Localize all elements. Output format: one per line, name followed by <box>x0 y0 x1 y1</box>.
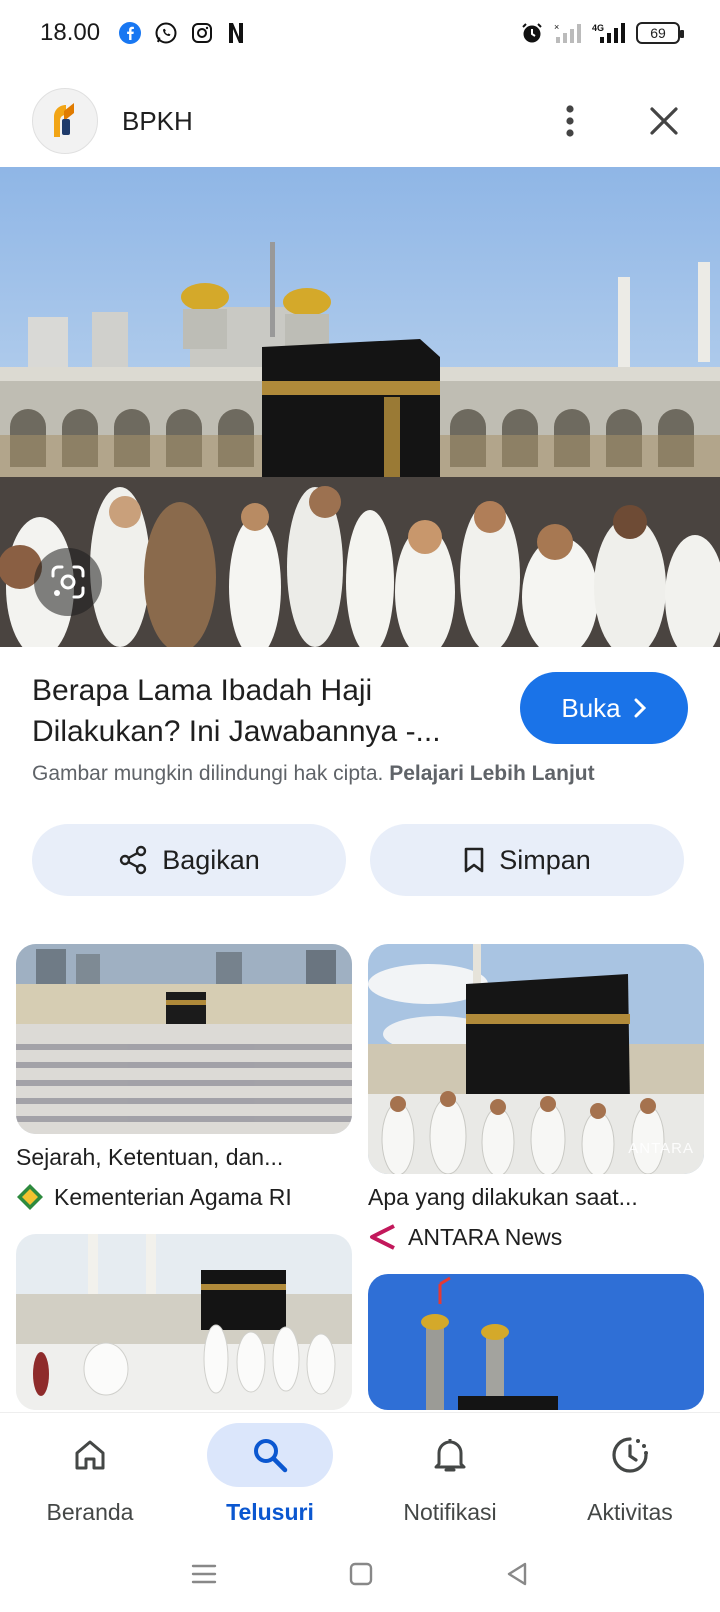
source-header: BPKH <box>0 78 720 164</box>
instagram-icon <box>192 23 213 43</box>
bookmark-icon <box>464 847 484 873</box>
result-image[interactable] <box>0 167 720 647</box>
open-button-label: Buka <box>561 692 621 723</box>
back-icon[interactable] <box>504 1561 530 1587</box>
status-time: 18.00 <box>40 19 101 46</box>
lens-icon <box>51 565 85 599</box>
kemenag-logo-icon <box>17 1184 43 1210</box>
nav-notifications[interactable]: Notifikasi <box>360 1413 540 1536</box>
whatsapp-icon <box>155 22 177 44</box>
recent-apps-icon[interactable] <box>190 1562 218 1586</box>
svg-text:×: × <box>554 22 559 32</box>
related-thumbnail[interactable] <box>16 1234 352 1410</box>
kaaba-courtyard-photo <box>16 1234 352 1410</box>
related-card[interactable] <box>16 1234 352 1410</box>
related-thumbnail[interactable]: ANTARA <box>368 944 704 1174</box>
system-status-icons: × 4G 69 <box>520 21 684 45</box>
open-button[interactable]: Buka <box>520 672 688 744</box>
related-title: Apa yang dilakukan saat... <box>368 1184 638 1210</box>
result-title[interactable]: Berapa Lama Ibadah Haji Dilakukan? Ini J… <box>32 670 492 752</box>
nav-icon-container <box>27 1423 153 1487</box>
copyright-text: Gambar mungkin dilindungi hak cipta. <box>32 762 384 785</box>
minaret-photo <box>368 1274 704 1410</box>
nav-label: Telusuri <box>226 1499 314 1525</box>
related-source: Kementerian Agama RI <box>16 1183 352 1211</box>
related-card[interactable] <box>368 1274 704 1410</box>
result-info: Berapa Lama Ibadah Haji Dilakukan? Ini J… <box>32 670 688 752</box>
nav-icon-container <box>567 1423 693 1487</box>
site-logo[interactable] <box>32 88 98 154</box>
mosque-crowd-photo <box>16 944 352 1134</box>
nav-activity[interactable]: Aktivitas <box>540 1413 720 1536</box>
image-watermark: ANTARA <box>628 1140 694 1157</box>
antara-logo-icon <box>370 1224 395 1250</box>
related-card[interactable]: ANTARA Apa yang dilakukan saat... ANTARA… <box>368 944 704 1251</box>
signal-empty-icon: × <box>554 22 581 43</box>
battery-level: 69 <box>650 25 666 41</box>
search-icon <box>254 1439 288 1473</box>
header-actions <box>546 97 688 145</box>
related-thumbnail[interactable] <box>16 944 352 1134</box>
share-label: Bagikan <box>162 844 260 875</box>
nav-icon-container <box>387 1423 513 1487</box>
bpkh-logo-icon <box>54 103 74 137</box>
notification-icons <box>118 21 246 45</box>
more-options-button[interactable] <box>546 97 594 145</box>
close-icon <box>650 107 678 135</box>
save-button[interactable]: Simpan <box>370 824 684 896</box>
system-navigation-bar <box>0 1536 720 1612</box>
share-button[interactable]: Bagikan <box>32 824 346 896</box>
nav-home[interactable]: Beranda <box>0 1413 180 1536</box>
share-icon <box>120 845 147 875</box>
related-title: Sejarah, Ketentuan, dan... <box>16 1144 284 1170</box>
action-row: Bagikan Simpan <box>32 824 684 896</box>
svg-text:4G: 4G <box>592 23 604 33</box>
bottom-navigation: Beranda Telusuri Notifikasi Aktivitas <box>0 1412 720 1536</box>
home-square-icon[interactable] <box>348 1561 374 1587</box>
related-thumbnail[interactable] <box>368 1274 704 1410</box>
netflix-icon <box>229 23 244 43</box>
related-source: ANTARA News <box>368 1223 704 1251</box>
copyright-notice: Gambar mungkin dilindungi hak cipta. Pel… <box>32 762 595 786</box>
signal-4g-icon: 4G <box>592 23 625 43</box>
battery-indicator: 69 <box>636 22 684 44</box>
nav-search[interactable]: Telusuri <box>180 1413 360 1536</box>
site-name[interactable]: BPKH <box>122 106 193 137</box>
nav-label: Aktivitas <box>587 1499 673 1525</box>
kaaba-photo <box>0 167 720 647</box>
save-label: Simpan <box>499 844 591 875</box>
learn-more-link[interactable]: Pelajari Lebih Lanjut <box>389 762 594 785</box>
related-card[interactable]: Sejarah, Ketentuan, dan... Kementerian A… <box>16 944 352 1211</box>
home-icon <box>75 1440 105 1470</box>
nav-icon-container <box>207 1423 333 1487</box>
facebook-icon <box>119 22 142 44</box>
bell-icon <box>434 1439 466 1472</box>
chevron-right-icon <box>634 698 646 718</box>
activity-icon <box>612 1437 648 1473</box>
more-vertical-icon <box>566 105 574 137</box>
related-source-name: Kementerian Agama RI <box>54 1183 292 1210</box>
nav-label: Notifikasi <box>403 1499 497 1525</box>
alarm-icon <box>522 23 542 43</box>
google-lens-button[interactable] <box>34 548 102 616</box>
close-button[interactable] <box>640 97 688 145</box>
status-bar: 18.00 × 4G 69 <box>0 0 720 66</box>
nav-label: Beranda <box>46 1499 134 1525</box>
related-source-name: ANTARA News <box>408 1223 563 1250</box>
